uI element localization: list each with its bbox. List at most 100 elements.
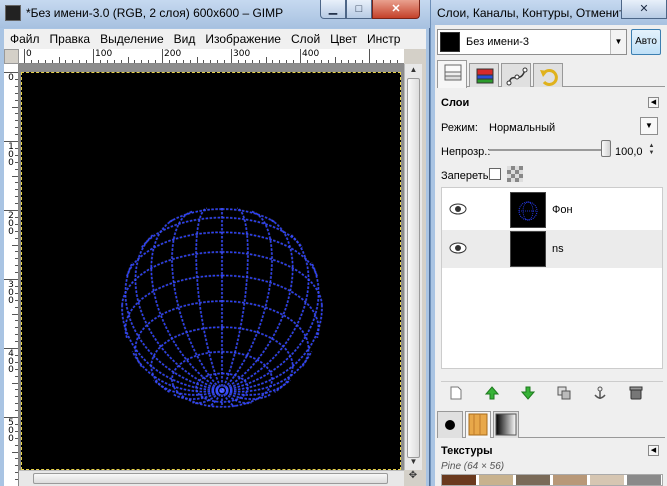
- layers-icon: [444, 64, 462, 81]
- textures-header: Текстуры: [441, 445, 493, 457]
- texture-swatch[interactable]: [553, 475, 587, 485]
- sphere-grid-line: [150, 218, 223, 392]
- menu-item[interactable]: Выделение: [94, 29, 168, 49]
- vertical-scrollbar[interactable]: ▲ ▼: [404, 64, 422, 470]
- ruler-label: 400: [8, 349, 14, 375]
- panel-menu-icon[interactable]: ◀: [648, 445, 659, 456]
- menu-item[interactable]: Правка: [44, 29, 95, 49]
- gradient-icon: [495, 413, 517, 436]
- ruler-label: 100: [95, 49, 113, 59]
- layers-actions-bar: [441, 381, 663, 403]
- image-window-title: *Без имени-3.0 (RGB, 2 слоя) 600x600 – G…: [26, 6, 284, 20]
- texture-grid[interactable]: [441, 474, 663, 486]
- menu-item[interactable]: Цвет: [324, 29, 361, 49]
- sphere-grid-line: [153, 379, 223, 396]
- panel-menu-icon[interactable]: ◀: [648, 97, 659, 108]
- delete-layer-icon[interactable]: [629, 386, 643, 400]
- ruler-label: 0: [26, 49, 32, 59]
- paths-icon: [506, 67, 528, 86]
- lower-layer-icon[interactable]: [521, 386, 535, 400]
- dock-window-title: Слои, Каналы, Контуры, Отменить - ...: [437, 6, 652, 20]
- channels-icon: [476, 68, 494, 84]
- new-layer-icon[interactable]: [449, 386, 463, 400]
- vertical-scroll-thumb[interactable]: [407, 78, 420, 458]
- dock-tabs: [437, 59, 665, 88]
- menu-item[interactable]: Инстр: [361, 29, 404, 49]
- opacity-slider-handle[interactable]: [601, 140, 611, 157]
- layer-name[interactable]: ns: [552, 243, 564, 255]
- layer-row[interactable]: Фон: [442, 191, 662, 229]
- sphere-grid-line: [221, 218, 294, 392]
- tab-undo[interactable]: [533, 63, 563, 87]
- ruler-corner-button[interactable]: [4, 49, 19, 64]
- horizontal-scrollbar[interactable]: [19, 470, 404, 486]
- sphere-grid-line: [221, 233, 310, 392]
- ruler-label: 300: [233, 49, 251, 59]
- tab-layers[interactable]: [437, 60, 467, 88]
- texture-swatch[interactable]: [590, 475, 624, 485]
- scroll-up-icon[interactable]: ▲: [407, 65, 420, 77]
- menu-item[interactable]: Вид: [168, 29, 200, 49]
- mode-label: Режим:: [441, 122, 478, 134]
- sphere-grid-line: [221, 207, 249, 391]
- menu-item[interactable]: Изображение: [199, 29, 285, 49]
- image-selector[interactable]: Без имени-3 ▼: [437, 29, 627, 55]
- scroll-down-icon[interactable]: ▼: [407, 457, 420, 469]
- tab-paths[interactable]: [501, 63, 531, 87]
- tab-patterns[interactable]: [465, 411, 491, 438]
- image-window: *Без имени-3.0 (RGB, 2 слоя) 600x600 – G…: [0, 0, 430, 486]
- texture-swatch[interactable]: [627, 475, 661, 485]
- anchor-layer-icon[interactable]: [593, 386, 607, 400]
- brush-icon: [445, 420, 455, 430]
- tab-channels[interactable]: [469, 63, 499, 87]
- texture-swatch[interactable]: [479, 475, 513, 485]
- layers-header: Слои: [441, 97, 470, 109]
- minimize-button[interactable]: ▁: [320, 0, 346, 19]
- dock-close-button[interactable]: ✕: [621, 0, 667, 19]
- layer-row[interactable]: ns: [442, 230, 662, 268]
- sphere-grid-line: [168, 208, 276, 223]
- texture-swatch[interactable]: [516, 475, 550, 485]
- layer-thumbnail: [510, 192, 546, 228]
- opacity-slider-track[interactable]: [489, 149, 607, 151]
- sphere-grid-line: [150, 219, 223, 392]
- horizontal-ruler[interactable]: 0 100 200 300 400: [19, 49, 404, 64]
- layer-name[interactable]: Фон: [552, 204, 573, 216]
- tab-brushes[interactable]: [437, 411, 463, 438]
- ruler-label: 100: [8, 142, 14, 168]
- eye-icon[interactable]: [449, 242, 467, 254]
- menu-item[interactable]: Файл: [4, 29, 44, 49]
- mode-select-value[interactable]: Нормальный: [489, 122, 555, 134]
- opacity-spin-icon[interactable]: ▲ ▼: [646, 143, 657, 159]
- undo-icon: [540, 69, 558, 86]
- maximize-button[interactable]: □: [346, 0, 372, 19]
- image-content: 0 100 200 300 400 0 100 200 300 400 500 ▲ ▼ ✥: [4, 49, 426, 486]
- alpha-lock-icon: [507, 166, 523, 182]
- tab-gradients[interactable]: [493, 411, 519, 438]
- auto-button[interactable]: Авто: [631, 29, 661, 55]
- ruler-label: 400: [302, 49, 320, 59]
- close-button[interactable]: ✕: [372, 0, 420, 19]
- opacity-value[interactable]: 100,0: [615, 146, 643, 158]
- brush-tabs: [437, 408, 665, 438]
- ruler-label: 200: [164, 49, 182, 59]
- vertical-ruler[interactable]: 0 100 200 300 400 500: [4, 64, 19, 486]
- chevron-down-icon[interactable]: ▼: [610, 30, 626, 54]
- lock-alpha-checkbox[interactable]: [489, 168, 501, 180]
- texture-swatch[interactable]: [442, 475, 476, 485]
- layers-list[interactable]: Фон ns: [441, 187, 663, 369]
- mode-dropdown-icon[interactable]: ▼: [640, 117, 658, 135]
- horizontal-scroll-thumb[interactable]: [33, 473, 388, 484]
- menu-item[interactable]: Слой: [285, 29, 324, 49]
- eye-icon[interactable]: [449, 203, 467, 215]
- textures-panel: Текстуры ◀ Pine (64 × 56): [437, 439, 665, 486]
- canvas-area[interactable]: [19, 64, 404, 470]
- image-window-titlebar[interactable]: *Без имени-3.0 (RGB, 2 слоя) 600x600 – G…: [0, 0, 430, 28]
- dock-titlebar[interactable]: Слои, Каналы, Контуры, Отменить - ... ✕: [431, 0, 667, 25]
- duplicate-layer-icon[interactable]: [557, 386, 571, 400]
- image-thumbnail: [440, 32, 460, 52]
- lock-label: Запереть:: [441, 170, 492, 182]
- image-canvas[interactable]: [21, 72, 401, 470]
- navigate-icon[interactable]: ✥: [404, 470, 422, 486]
- raise-layer-icon[interactable]: [485, 386, 499, 400]
